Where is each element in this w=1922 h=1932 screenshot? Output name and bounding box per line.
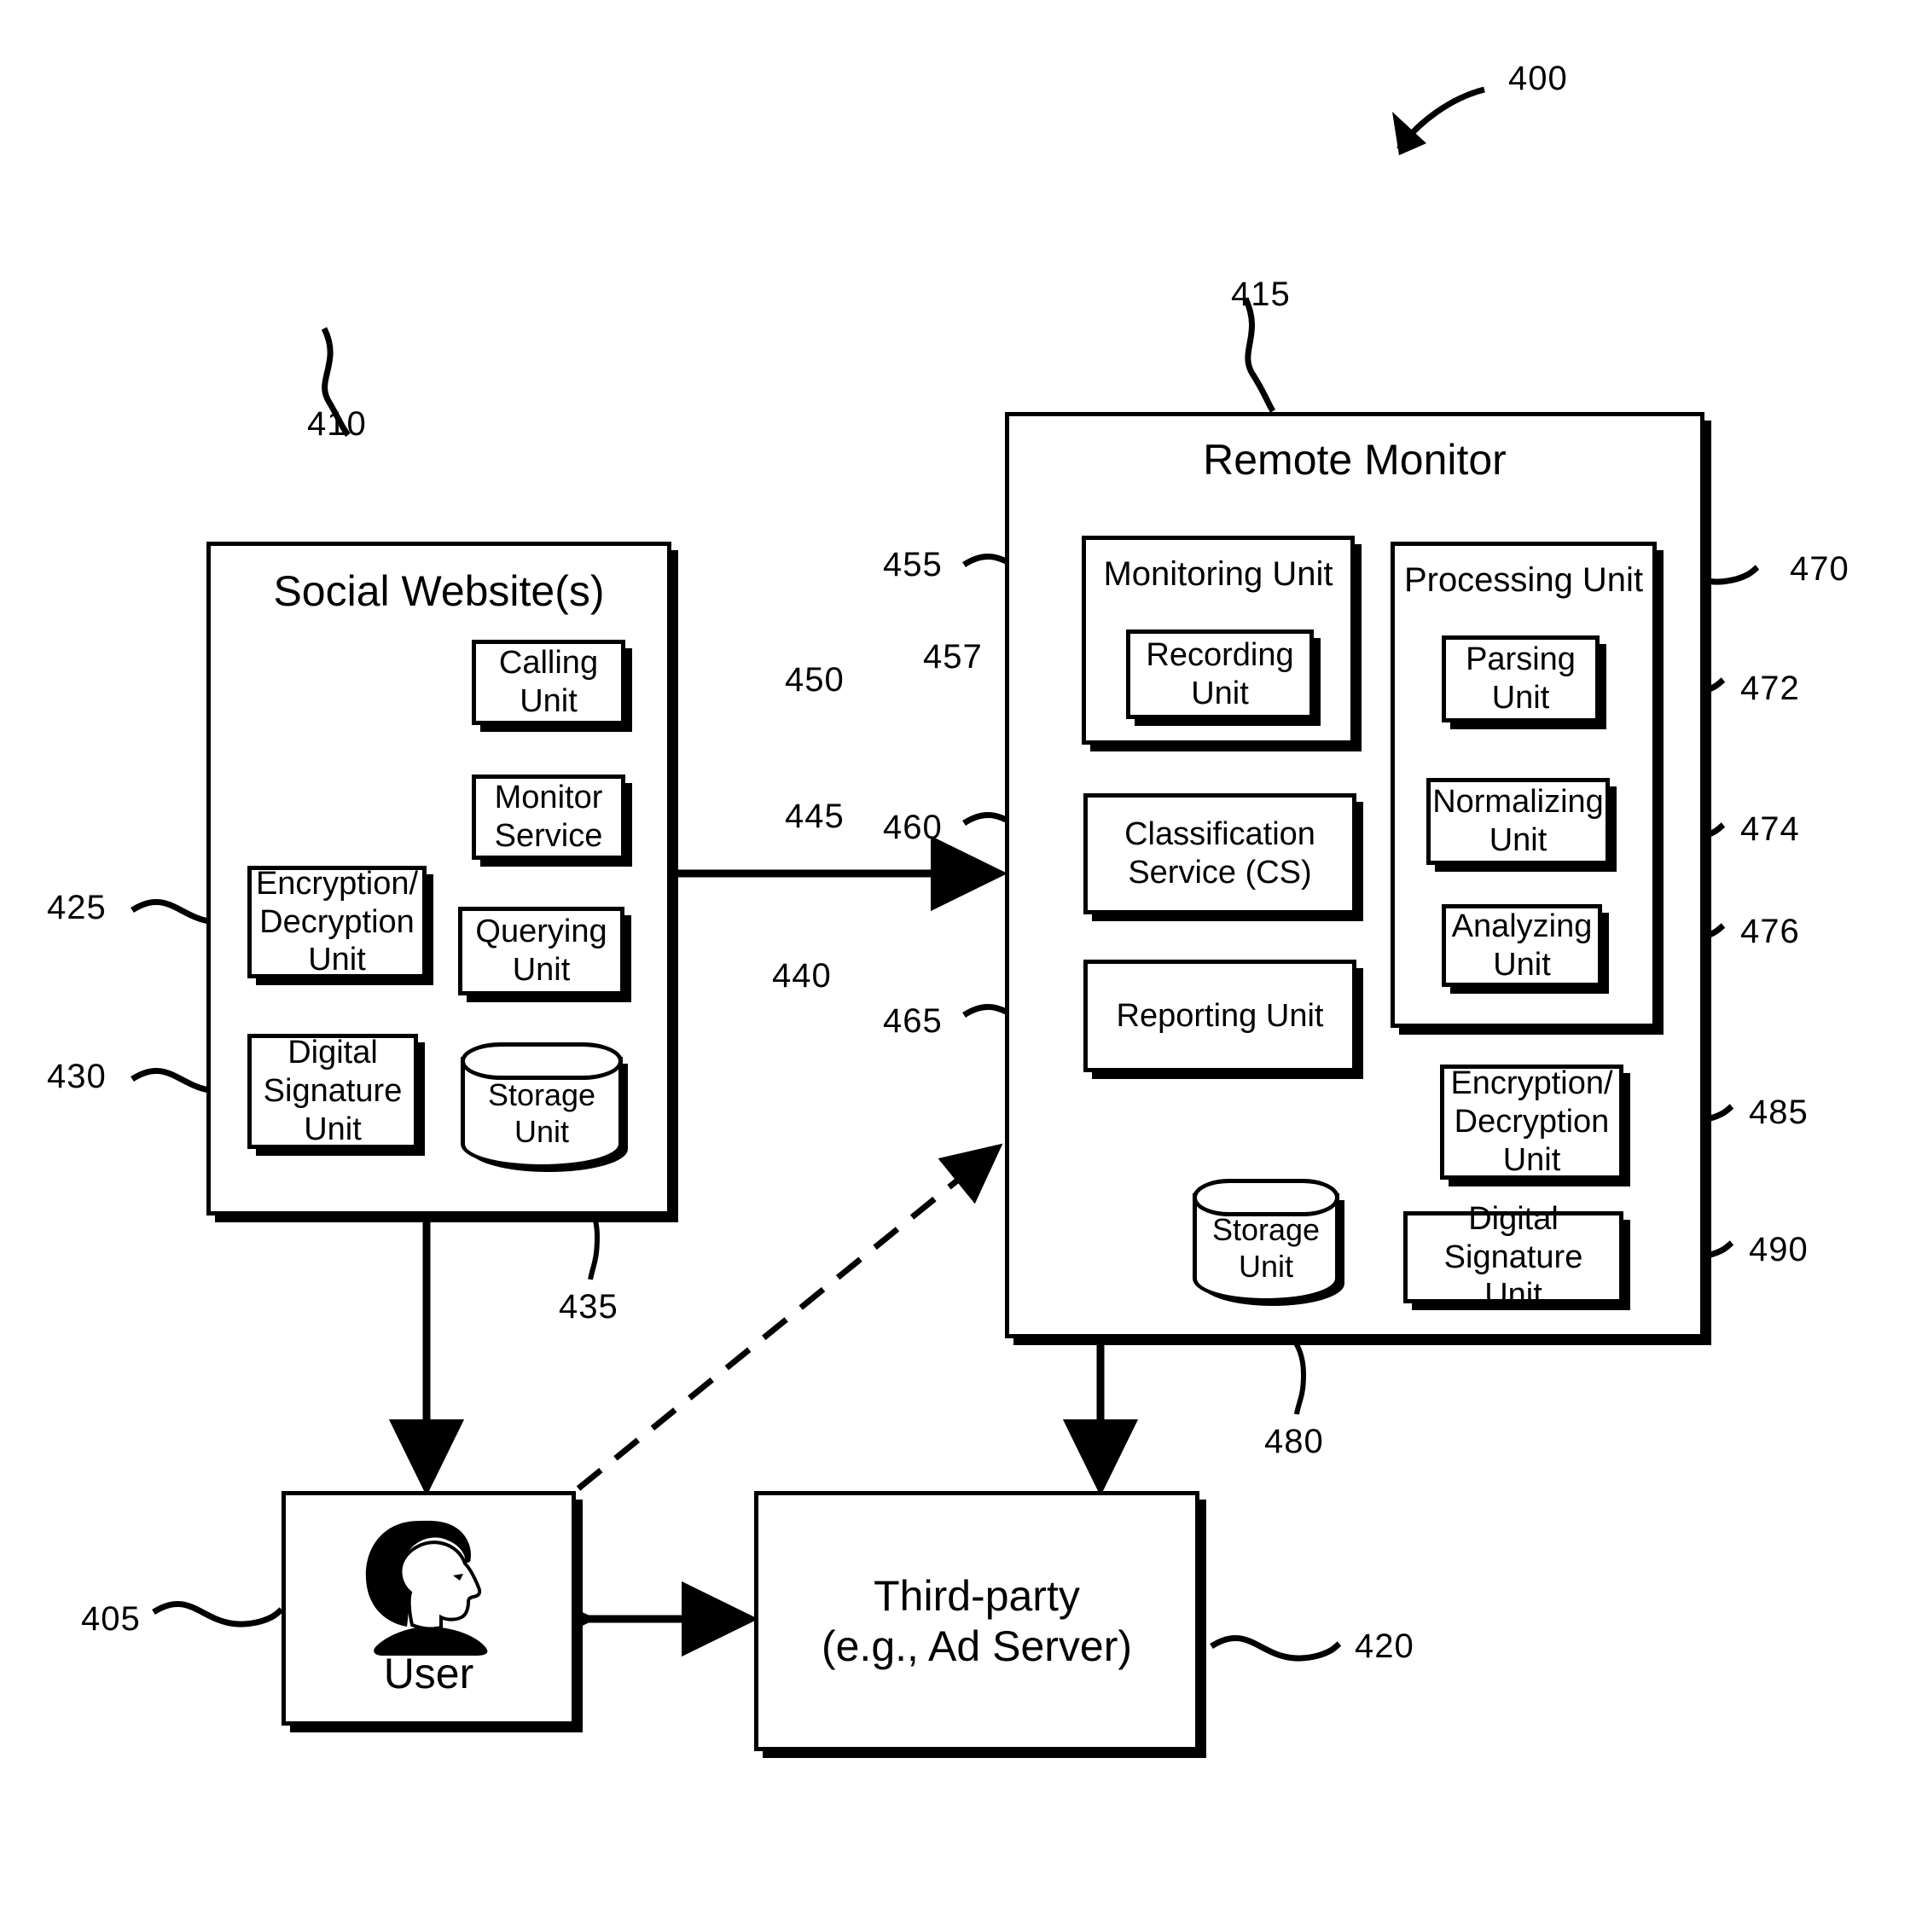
remote-storage-unit[interactable]: Storage Unit	[1193, 1179, 1339, 1303]
ref-445-monitor-service: 445	[785, 798, 845, 835]
storage-cylinder-top	[461, 1042, 623, 1080]
ref-435-storage-unit: 435	[559, 1288, 618, 1326]
user-box[interactable]: User	[282, 1491, 576, 1726]
social-storage-unit[interactable]: Storage Unit	[461, 1042, 623, 1169]
monitor-service-box[interactable]: Monitor Service	[472, 775, 625, 860]
encryption-decryption-unit-label: Encryption/ Decryption Unit	[255, 865, 419, 978]
ref-405-user: 405	[81, 1600, 141, 1638]
ref-470-processing-unit: 470	[1790, 550, 1849, 588]
third-party-box[interactable]: Third-party (e.g., Ad Server)	[754, 1491, 1199, 1751]
ref-450-calling-unit: 450	[785, 661, 845, 699]
patent-figure-canvas: 400 410 Social Website(s) Calling Unit 4…	[0, 0, 1922, 1932]
reporting-unit-box[interactable]: Reporting Unit	[1083, 960, 1356, 1072]
remote-encryption-decryption-unit-box[interactable]: Encryption/ Decryption Unit	[1440, 1065, 1623, 1180]
reporting-unit-label: Reporting Unit	[1116, 997, 1324, 1034]
third-party-label: Third-party (e.g., Ad Server)	[821, 1571, 1133, 1670]
calling-unit-box[interactable]: Calling Unit	[472, 640, 625, 725]
ref-410-social-website: 410	[307, 405, 367, 443]
querying-unit-box[interactable]: Querying Unit	[458, 907, 624, 995]
classification-service-box[interactable]: Classification Service (CS)	[1083, 793, 1356, 914]
ref-430-digital-signature-unit: 430	[47, 1058, 107, 1095]
ref-465-reporting-unit: 465	[883, 1002, 943, 1040]
parsing-unit-box[interactable]: Parsing Unit	[1442, 635, 1600, 722]
parsing-unit-label: Parsing Unit	[1466, 641, 1576, 716]
remote-digital-signature-unit-label: Digital Signature Unit	[1443, 1200, 1583, 1314]
recording-unit-box[interactable]: Recording Unit	[1126, 629, 1314, 719]
ref-490-remote-digital-signature-unit: 490	[1749, 1231, 1809, 1268]
calling-unit-label: Calling Unit	[498, 645, 599, 719]
ref-460-classification-service: 460	[883, 809, 943, 846]
remote-monitor-title: Remote Monitor	[1203, 436, 1507, 484]
digital-signature-unit-label: Digital Signature Unit	[263, 1035, 403, 1147]
social-website-title: Social Website(s)	[273, 567, 605, 615]
ref-457-recording-unit: 457	[923, 638, 983, 676]
ref-420-third-party: 420	[1355, 1627, 1414, 1665]
normalizing-unit-box[interactable]: Normalizing Unit	[1426, 778, 1610, 865]
ref-440-querying-unit: 440	[772, 957, 832, 995]
user-head-profile-icon	[365, 1520, 488, 1656]
analyzing-unit-label: Analyzing Unit	[1451, 908, 1593, 983]
processing-unit-label: Processing Unit	[1403, 561, 1644, 599]
remote-storage-unit-label: Storage Unit	[1211, 1212, 1321, 1285]
ref-472-parsing-unit: 472	[1740, 670, 1800, 707]
ref-455-monitoring-unit: 455	[883, 546, 943, 583]
digital-signature-unit-box[interactable]: Digital Signature Unit	[247, 1034, 418, 1149]
ref-474-normalizing-unit: 474	[1740, 810, 1800, 848]
ref-425-encryption-unit: 425	[47, 889, 107, 926]
querying-unit-label: Querying Unit	[475, 914, 607, 988]
recording-unit-label: Recording Unit	[1146, 636, 1294, 711]
user-label: User	[383, 1650, 474, 1697]
normalizing-unit-label: Normalizing Unit	[1432, 784, 1604, 858]
monitor-service-label: Monitor Service	[494, 780, 603, 854]
classification-service-label: Classification Service (CS)	[1124, 816, 1315, 891]
ref-415-remote-monitor: 415	[1231, 276, 1291, 313]
encryption-decryption-unit-box[interactable]: Encryption/ Decryption Unit	[247, 866, 427, 978]
remote-digital-signature-unit-box[interactable]: Digital Signature Unit	[1403, 1201, 1623, 1313]
monitoring-unit-label: Monitoring Unit	[1103, 555, 1333, 593]
remote-encryption-decryption-unit-label: Encryption/ Decryption Unit	[1450, 1065, 1613, 1178]
analyzing-unit-box[interactable]: Analyzing Unit	[1442, 904, 1602, 987]
ref-476-analyzing-unit: 476	[1740, 913, 1800, 950]
ref-485-remote-encryption-unit: 485	[1749, 1094, 1809, 1131]
figure-number: 400	[1508, 60, 1568, 97]
social-storage-unit-label: Storage Unit	[487, 1076, 596, 1149]
ref-480-remote-storage-unit: 480	[1264, 1423, 1324, 1460]
